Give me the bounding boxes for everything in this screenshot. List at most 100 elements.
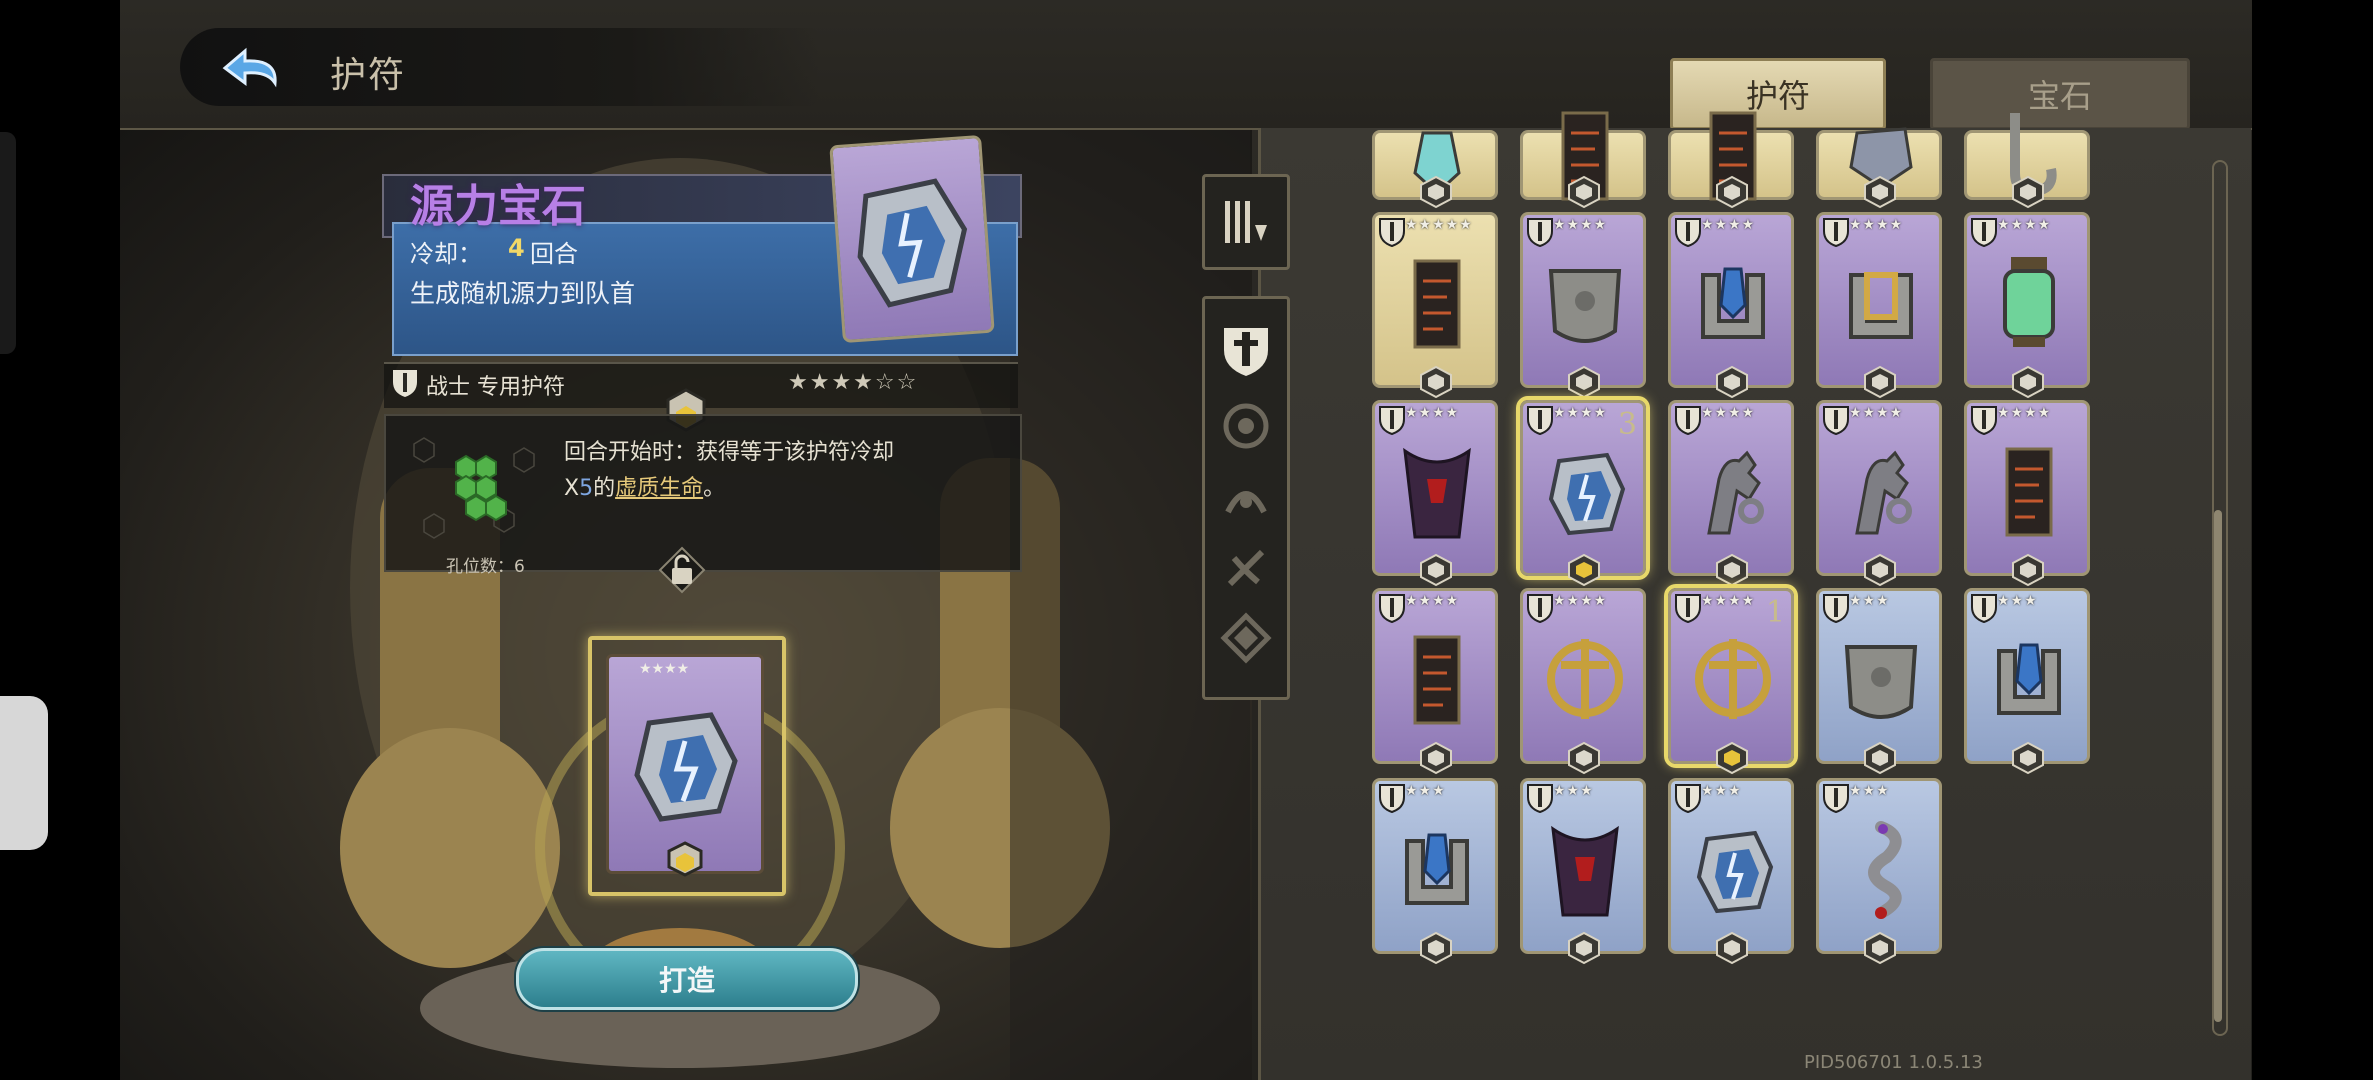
card-pips: ★★★★ bbox=[1997, 405, 2052, 421]
source-gem-icon bbox=[1541, 439, 1629, 543]
class-tag-icon bbox=[1823, 784, 1849, 813]
charm-card[interactable]: ★★★★ bbox=[1372, 400, 1498, 587]
slot-gem-icon bbox=[1716, 175, 1748, 209]
class-filter-warrior[interactable] bbox=[1213, 315, 1279, 381]
slot-gem-icon bbox=[1568, 365, 1600, 399]
forge-card-pips: ★★★★ bbox=[639, 661, 690, 677]
slot-gem-icon bbox=[1420, 741, 1452, 775]
slot-gem-icon bbox=[1568, 553, 1600, 587]
slot-gem-icon bbox=[1716, 931, 1748, 965]
charm-card[interactable]: ★★★★ bbox=[1816, 400, 1942, 587]
rating-pips: ★★★★☆☆ bbox=[788, 370, 919, 395]
charm-card[interactable]: ★★★★ bbox=[1668, 400, 1794, 587]
mage-class-icon bbox=[1225, 491, 1267, 514]
card-pips: ★★★ bbox=[1849, 593, 1890, 609]
charm-card[interactable] bbox=[1668, 111, 1794, 209]
charm-card[interactable]: ★★★★ bbox=[1520, 588, 1646, 775]
charm-card[interactable]: ★★★★ bbox=[1520, 212, 1646, 399]
page-title: 护符 bbox=[330, 55, 407, 96]
unlock-icon[interactable] bbox=[658, 546, 706, 594]
charm-card[interactable]: ★★★★ bbox=[1668, 212, 1794, 399]
filter-button[interactable] bbox=[1202, 174, 1290, 270]
charm-card[interactable]: ★★★★★ bbox=[1372, 212, 1498, 399]
charm-card[interactable]: ★★★ bbox=[1816, 588, 1942, 775]
cooldown-value: 4 bbox=[508, 234, 525, 262]
phone-edge-left bbox=[0, 132, 16, 354]
class-tag-icon bbox=[1379, 406, 1405, 435]
card-pips: ★★★★ bbox=[1701, 593, 1756, 609]
card-pips: ★★★★ bbox=[1997, 217, 2052, 233]
source-gem-icon bbox=[634, 712, 738, 822]
card-pips: ★★★★ bbox=[1849, 217, 1904, 233]
effect-line-1: 回合开始时：获得等于该护符冷却 bbox=[564, 440, 895, 465]
slot-gem-icon bbox=[1420, 365, 1452, 399]
forge-card[interactable]: ★★★★ bbox=[606, 654, 764, 877]
class-tag-icon bbox=[1675, 406, 1701, 435]
claw-charm-icon bbox=[1689, 439, 1777, 543]
blue-gem-bracket-icon bbox=[1985, 627, 2073, 731]
class-tag-icon bbox=[1823, 218, 1849, 247]
class-tag-icon bbox=[1675, 594, 1701, 623]
slot-gem-icon bbox=[1420, 553, 1452, 587]
banner-charm-icon bbox=[1393, 627, 1481, 731]
slot-gem-icon bbox=[1568, 931, 1600, 965]
card-pips: ★★★★★ bbox=[1405, 217, 1473, 233]
charm-card[interactable]: ★★★★ bbox=[1964, 400, 2090, 587]
source-gem-icon bbox=[857, 178, 968, 308]
blue-gem-bracket-icon bbox=[1689, 251, 1777, 355]
slot-gem-icon bbox=[1716, 741, 1748, 775]
slot-gem-icon bbox=[2012, 175, 2044, 209]
banner-charm-icon bbox=[1985, 439, 2073, 543]
slot-gem-icon bbox=[1864, 365, 1896, 399]
green-lantern-icon bbox=[1985, 251, 2073, 355]
charm-card[interactable]: ★★★★ bbox=[1816, 212, 1942, 399]
stone-shield-charm-icon bbox=[1541, 251, 1629, 355]
charm-description: 生成随机源力到队首 bbox=[410, 279, 636, 308]
card-pips: ★★★★ bbox=[1553, 405, 1608, 421]
charm-card[interactable]: ★★★ bbox=[1964, 588, 2090, 775]
charm-card[interactable]: ★★★ bbox=[1668, 778, 1794, 965]
build-version: PID506701 1.0.5.13 bbox=[1804, 1052, 1983, 1073]
class-tag-icon bbox=[1823, 406, 1849, 435]
class-filter-rune[interactable] bbox=[1213, 605, 1279, 671]
charm-card[interactable]: ★★★ bbox=[1372, 778, 1498, 965]
cloak-charm-icon bbox=[1541, 817, 1629, 921]
class-tag-icon bbox=[1527, 218, 1553, 247]
cloak-charm-icon bbox=[1393, 439, 1481, 543]
slot-gem-icon bbox=[1716, 553, 1748, 587]
class-filter-mage[interactable] bbox=[1213, 465, 1279, 531]
slot-gem-icon bbox=[1864, 175, 1896, 209]
class-filter-beast[interactable] bbox=[1213, 393, 1279, 459]
phone-side-button[interactable] bbox=[0, 696, 48, 850]
back-button[interactable] bbox=[210, 40, 290, 96]
slot-gem-icon bbox=[1568, 741, 1600, 775]
slot-gem-icon bbox=[2012, 741, 2044, 775]
charm-card[interactable] bbox=[1520, 111, 1646, 209]
forge-button[interactable]: 打造 bbox=[516, 948, 858, 1010]
class-tag-icon bbox=[1527, 784, 1553, 813]
warrior-class-icon bbox=[1224, 328, 1268, 376]
charm-card[interactable] bbox=[1964, 113, 2090, 209]
scrollbar-thumb[interactable] bbox=[2214, 510, 2222, 1022]
class-filter-rogue[interactable] bbox=[1213, 535, 1279, 601]
class-tag-icon bbox=[1379, 594, 1405, 623]
charm-card[interactable]: ★★★ bbox=[1520, 778, 1646, 965]
effect-x: X bbox=[564, 476, 580, 501]
charm-card[interactable]: ★★★★ 3 bbox=[1520, 400, 1646, 587]
charm-card[interactable] bbox=[1816, 127, 1942, 209]
virtual-life-link[interactable]: 虚质生命 bbox=[615, 476, 703, 501]
charm-card[interactable]: ★★★ bbox=[1816, 778, 1942, 965]
charm-card[interactable] bbox=[1372, 130, 1498, 209]
charm-card[interactable]: ★★★★ 1 bbox=[1668, 588, 1794, 775]
charm-card[interactable]: ★★★★ bbox=[1964, 212, 2090, 399]
rune-class-icon bbox=[1220, 612, 1272, 664]
card-count: 3 bbox=[1617, 407, 1637, 442]
beast-class-icon bbox=[1223, 403, 1269, 449]
slot-gem-icon bbox=[1420, 175, 1452, 209]
blue-gem-bracket-icon bbox=[1393, 817, 1481, 921]
card-pips: ★★★★ bbox=[1405, 593, 1460, 609]
rogue-class-icon bbox=[1227, 549, 1265, 587]
charm-card[interactable]: ★★★★ bbox=[1372, 588, 1498, 775]
slot-gem-icon bbox=[1716, 365, 1748, 399]
gem-slot-grid[interactable] bbox=[394, 424, 558, 556]
